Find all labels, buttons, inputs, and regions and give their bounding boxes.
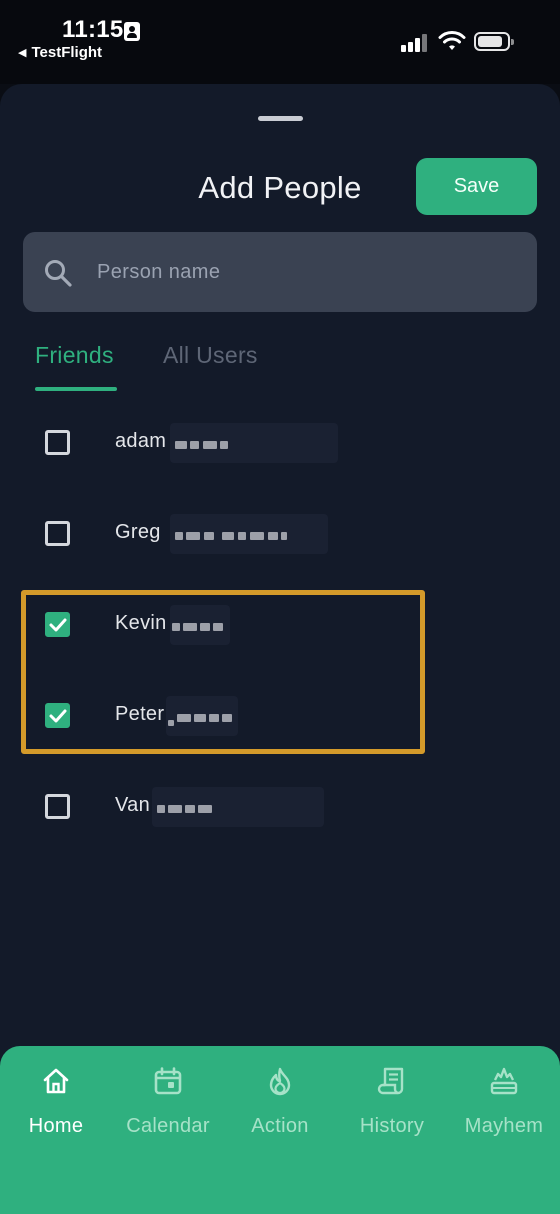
selection-highlight-box (21, 590, 425, 754)
nav-mayhem-label: Mayhem (464, 1115, 544, 1137)
person-name: adam (115, 430, 167, 452)
nav-home[interactable]: Home (0, 1046, 112, 1166)
list-item[interactable]: Van (0, 777, 560, 837)
search-input[interactable] (97, 252, 517, 292)
person-checkbox[interactable] (45, 521, 70, 546)
scroll-icon (377, 1067, 404, 1095)
calendar-icon (154, 1067, 182, 1095)
nav-history[interactable]: History (336, 1046, 448, 1166)
save-button[interactable]: Save (416, 158, 537, 215)
redacted-surname (170, 423, 338, 463)
home-icon (43, 1068, 69, 1094)
active-tab-indicator (35, 387, 117, 391)
back-app-label: TestFlight (31, 44, 103, 61)
nav-calendar[interactable]: Calendar (112, 1046, 224, 1166)
explosion-icon (490, 1067, 518, 1095)
nav-action[interactable]: Action (224, 1046, 336, 1166)
tab-friends[interactable]: Friends (35, 342, 114, 369)
back-triangle-icon: ◀ (18, 47, 27, 59)
list-item[interactable]: Greg (0, 504, 560, 564)
redacted-surname (170, 514, 328, 554)
battery-icon (474, 32, 514, 51)
back-to-app-link[interactable]: ◀ TestFlight (18, 44, 102, 61)
bottom-tab-bar: Home Calendar Action History Mayhem (0, 1046, 560, 1214)
person-name: Van (115, 794, 151, 816)
search-bar[interactable] (23, 232, 537, 312)
add-people-sheet: Add People Save Friends All Users adam G… (0, 84, 560, 1214)
person-checkbox[interactable] (45, 430, 70, 455)
flame-icon (269, 1067, 291, 1096)
status-time: 11:15 (62, 16, 124, 43)
nav-mayhem[interactable]: Mayhem (448, 1046, 560, 1166)
contact-card-icon (124, 22, 140, 41)
list-item[interactable]: adam (0, 413, 560, 473)
status-bar: 11:15 ◀ TestFlight (0, 0, 560, 84)
wifi-icon (438, 31, 466, 50)
redacted-surname (152, 787, 324, 827)
nav-calendar-label: Calendar (126, 1115, 210, 1137)
search-icon (45, 260, 72, 287)
sheet-grabber[interactable] (258, 116, 303, 121)
nav-home-label: Home (28, 1115, 84, 1137)
nav-action-label: Action (251, 1115, 309, 1137)
person-checkbox[interactable] (45, 794, 70, 819)
cellular-signal-icon (401, 32, 429, 52)
tab-all-users[interactable]: All Users (163, 342, 258, 369)
nav-history-label: History (359, 1115, 425, 1137)
person-name: Greg (115, 521, 161, 543)
